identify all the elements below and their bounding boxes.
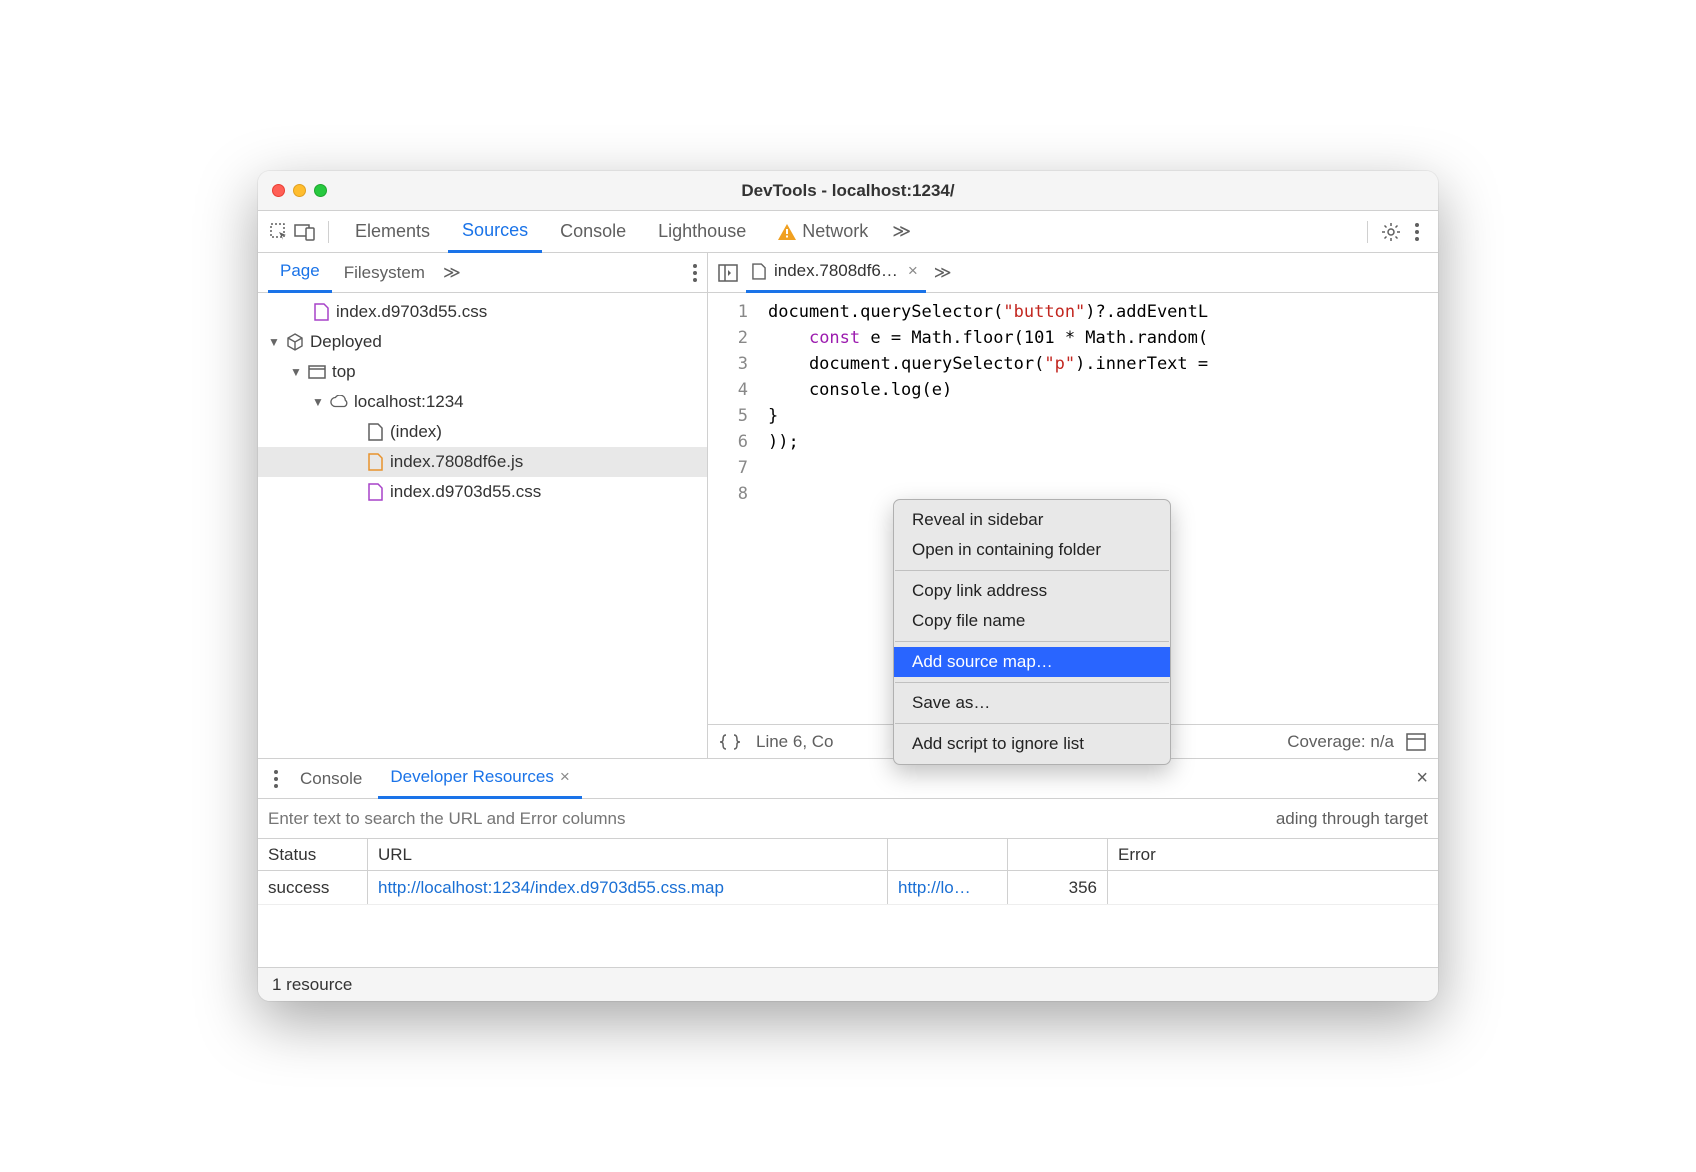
more-tabs-icon[interactable]: ≫: [886, 221, 917, 242]
window-title: DevTools - localhost:1234/: [258, 181, 1438, 201]
menu-open-containing-folder[interactable]: Open in containing folder: [894, 535, 1170, 565]
loading-through-target-label: ading through target: [1276, 809, 1428, 829]
disclosure-triangle-icon: ▼: [268, 335, 280, 349]
pretty-print-icon[interactable]: [720, 734, 740, 750]
css-file-icon: [366, 483, 384, 501]
cell-error: [1108, 871, 1438, 904]
cell-initiator: http://lo…: [888, 871, 1008, 904]
navigator-pane: Page Filesystem ≫ index.d9703d55.css ▼ D…: [258, 253, 708, 758]
file-tree: index.d9703d55.css ▼ Deployed ▼ top ▼ lo…: [258, 293, 707, 758]
close-drawer-icon[interactable]: ×: [1416, 767, 1428, 790]
menu-add-source-map[interactable]: Add source map…: [894, 647, 1170, 677]
disclosure-triangle-icon: ▼: [290, 365, 302, 379]
file-tree-group-deployed[interactable]: ▼ Deployed: [258, 327, 707, 357]
cursor-position-label: Line 6, Co: [756, 732, 834, 752]
more-navigator-tabs-icon[interactable]: ≫: [437, 263, 467, 283]
file-tree-domain[interactable]: ▼ localhost:1234: [258, 387, 707, 417]
close-drawer-tab-icon[interactable]: ×: [560, 767, 570, 787]
kebab-menu-icon[interactable]: [1406, 221, 1428, 243]
column-header-status[interactable]: Status: [258, 839, 368, 870]
drawer-filter-row: ading through target: [258, 799, 1438, 839]
css-file-icon: [312, 303, 330, 321]
disclosure-triangle-icon: ▼: [312, 395, 324, 409]
toggle-navigator-icon[interactable]: [718, 264, 738, 282]
js-file-icon: [750, 262, 768, 280]
tab-sources[interactable]: Sources: [448, 211, 542, 253]
frame-icon: [308, 363, 326, 381]
tab-network[interactable]: Network: [764, 211, 882, 253]
main-tab-bar: Elements Sources Console Lighthouse Netw…: [258, 211, 1438, 253]
file-tree-item-css2[interactable]: index.d9703d55.css: [258, 477, 707, 507]
editor-file-tab[interactable]: index.7808df6… ×: [746, 253, 926, 293]
toggle-sidebar-right-icon[interactable]: [1406, 733, 1426, 751]
document-file-icon: [366, 423, 384, 441]
editor-tab-bar: index.7808df6… × ≫: [708, 253, 1438, 293]
drawer-footer: 1 resource: [258, 967, 1438, 1001]
drawer-tab-developer-resources[interactable]: Developer Resources ×: [378, 759, 581, 799]
titlebar: DevTools - localhost:1234/: [258, 171, 1438, 211]
cell-status: success: [258, 871, 368, 904]
cell-url: http://localhost:1234/index.d9703d55.css…: [368, 871, 888, 904]
table-row[interactable]: success http://localhost:1234/index.d970…: [258, 871, 1438, 905]
navigator-tab-filesystem[interactable]: Filesystem: [332, 253, 437, 293]
js-file-icon: [366, 453, 384, 471]
file-tree-frame-top[interactable]: ▼ top: [258, 357, 707, 387]
navigator-kebab-icon[interactable]: [693, 264, 697, 282]
resources-table-header: Status URL Error: [258, 839, 1438, 871]
more-editor-tabs-icon[interactable]: ≫: [934, 263, 952, 283]
column-header-size[interactable]: [1008, 839, 1108, 870]
navigator-tab-page[interactable]: Page: [268, 253, 332, 293]
file-tree-item-index[interactable]: (index): [258, 417, 707, 447]
drawer-kebab-icon[interactable]: [268, 770, 284, 788]
menu-copy-file-name[interactable]: Copy file name: [894, 606, 1170, 636]
search-input[interactable]: [268, 809, 1276, 829]
tab-console[interactable]: Console: [546, 211, 640, 253]
column-header-initiator[interactable]: [888, 839, 1008, 870]
drawer-tab-console[interactable]: Console: [288, 759, 374, 799]
tab-elements[interactable]: Elements: [341, 211, 444, 253]
cube-icon: [286, 333, 304, 351]
file-tree-item-js[interactable]: index.7808df6e.js: [258, 447, 707, 477]
navigator-tabs: Page Filesystem ≫: [258, 253, 707, 293]
coverage-label: Coverage: n/a: [1287, 732, 1394, 752]
column-header-error[interactable]: Error: [1108, 839, 1438, 870]
warning-icon: [778, 224, 796, 240]
cloud-icon: [330, 393, 348, 411]
devtools-window: DevTools - localhost:1234/ Elements Sour…: [258, 171, 1438, 1001]
file-tree-item-css[interactable]: index.d9703d55.css: [258, 297, 707, 327]
menu-add-to-ignore-list[interactable]: Add script to ignore list: [894, 729, 1170, 759]
close-tab-icon[interactable]: ×: [904, 261, 922, 281]
inspect-icon[interactable]: [268, 221, 290, 243]
drawer-panel: Console Developer Resources × × ading th…: [258, 758, 1438, 1001]
column-header-url[interactable]: URL: [368, 839, 888, 870]
menu-save-as[interactable]: Save as…: [894, 688, 1170, 718]
cell-size: 356: [1008, 871, 1108, 904]
menu-copy-link-address[interactable]: Copy link address: [894, 576, 1170, 606]
menu-reveal-in-sidebar[interactable]: Reveal in sidebar: [894, 505, 1170, 535]
settings-gear-icon[interactable]: [1380, 221, 1402, 243]
resources-table-body: success http://localhost:1234/index.d970…: [258, 871, 1438, 967]
tab-lighthouse[interactable]: Lighthouse: [644, 211, 760, 253]
drawer-tab-bar: Console Developer Resources × ×: [258, 759, 1438, 799]
device-toggle-icon[interactable]: [294, 221, 316, 243]
context-menu: Reveal in sidebar Open in containing fol…: [893, 499, 1171, 765]
line-gutter: 12345678: [708, 293, 758, 724]
